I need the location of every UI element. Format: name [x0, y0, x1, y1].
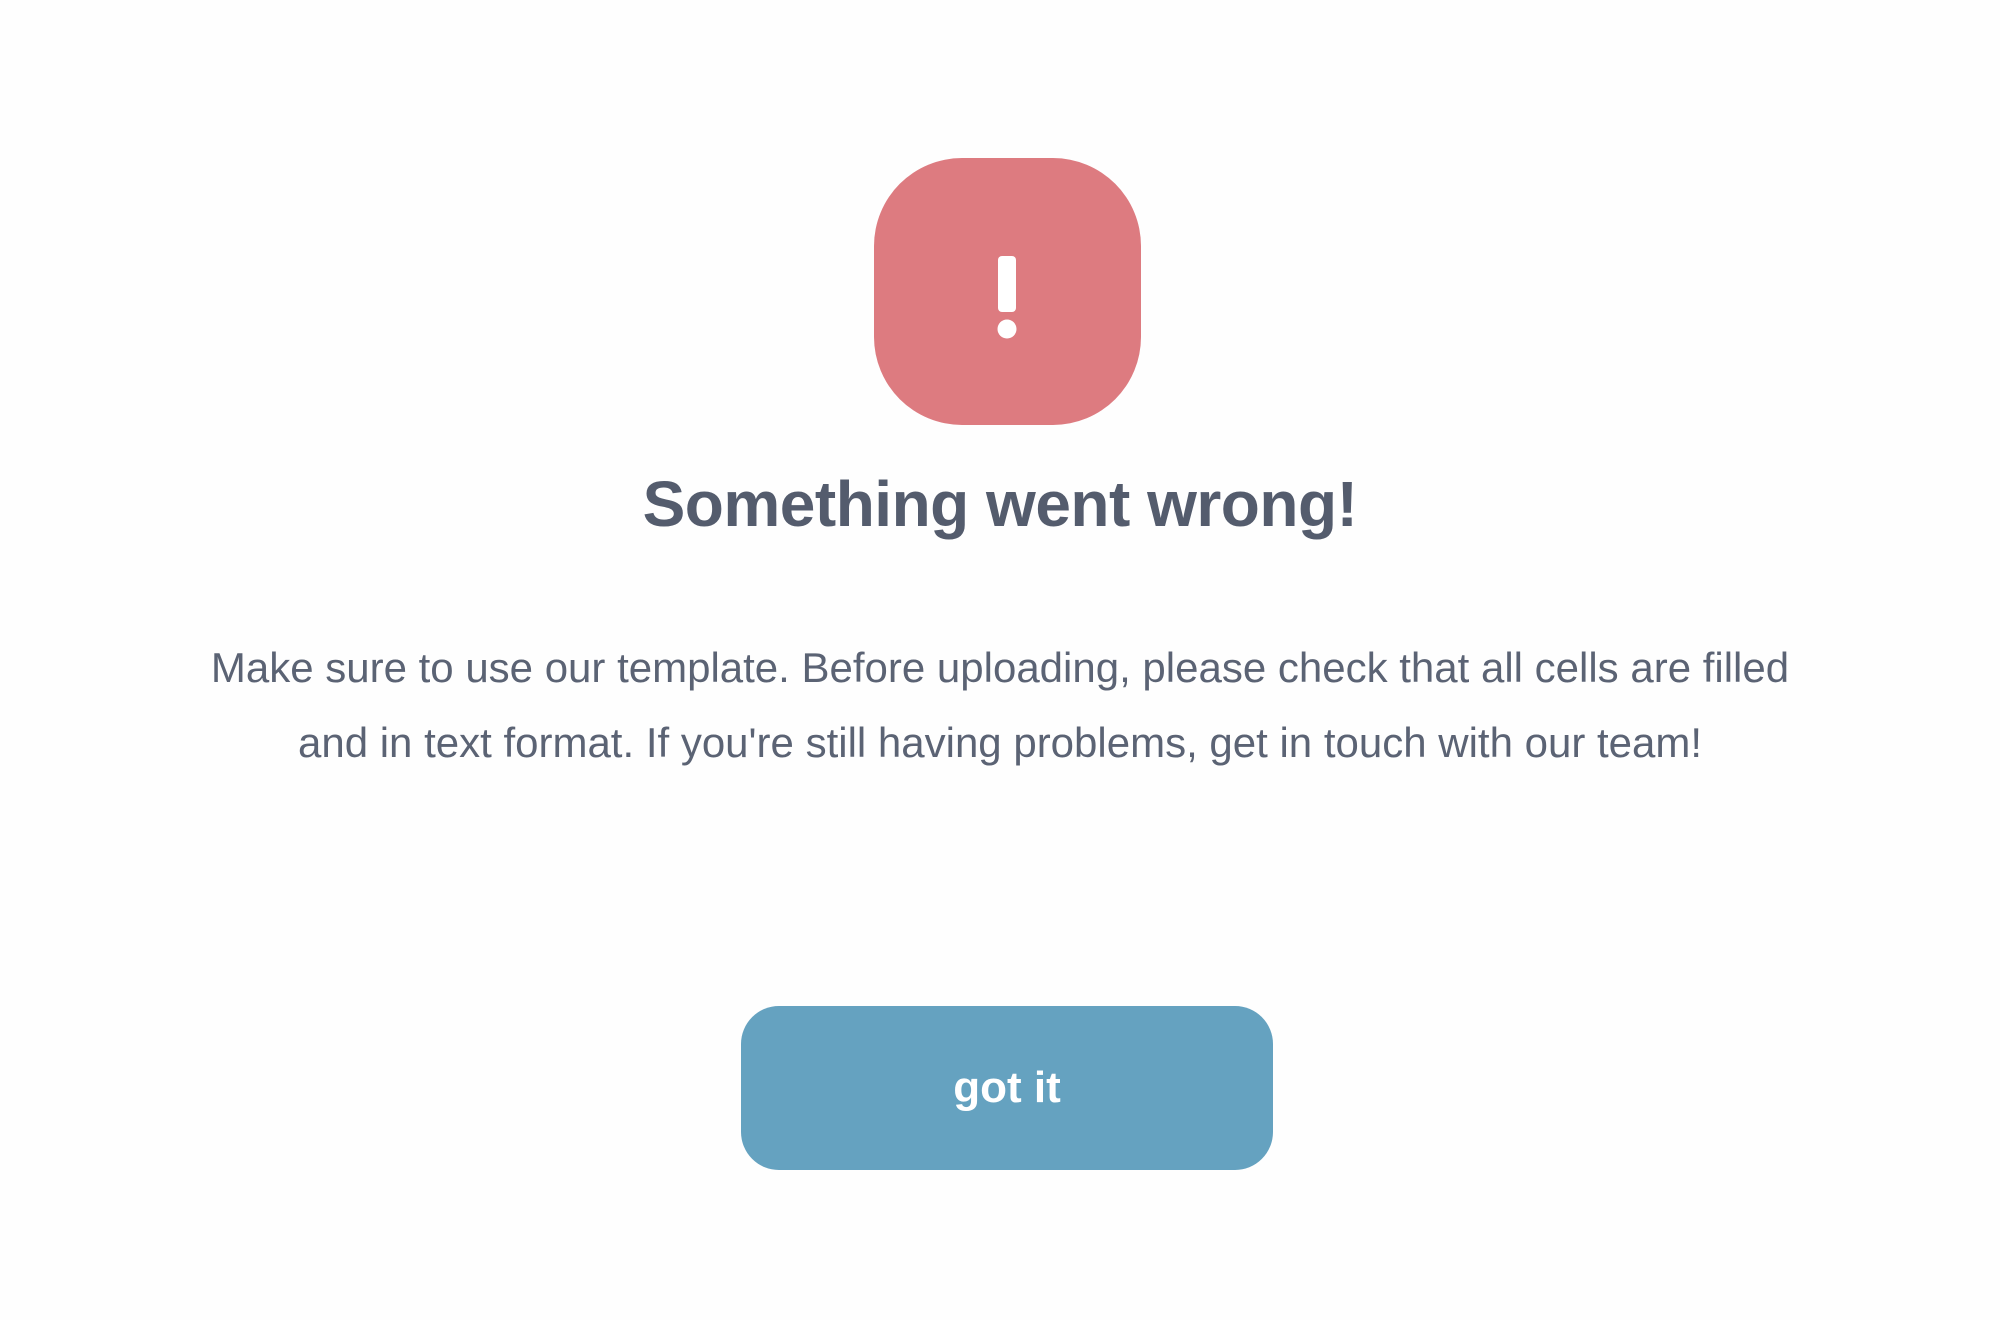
got-it-button[interactable]: got it: [741, 1006, 1273, 1170]
error-dialog: Something went wrong! Make sure to use o…: [0, 0, 2000, 1320]
exclamation-icon: [997, 256, 1017, 339]
error-badge: [874, 158, 1141, 425]
dialog-title: Something went wrong!: [642, 468, 1358, 540]
dialog-message: Make sure to use our template. Before up…: [210, 644, 1790, 766]
